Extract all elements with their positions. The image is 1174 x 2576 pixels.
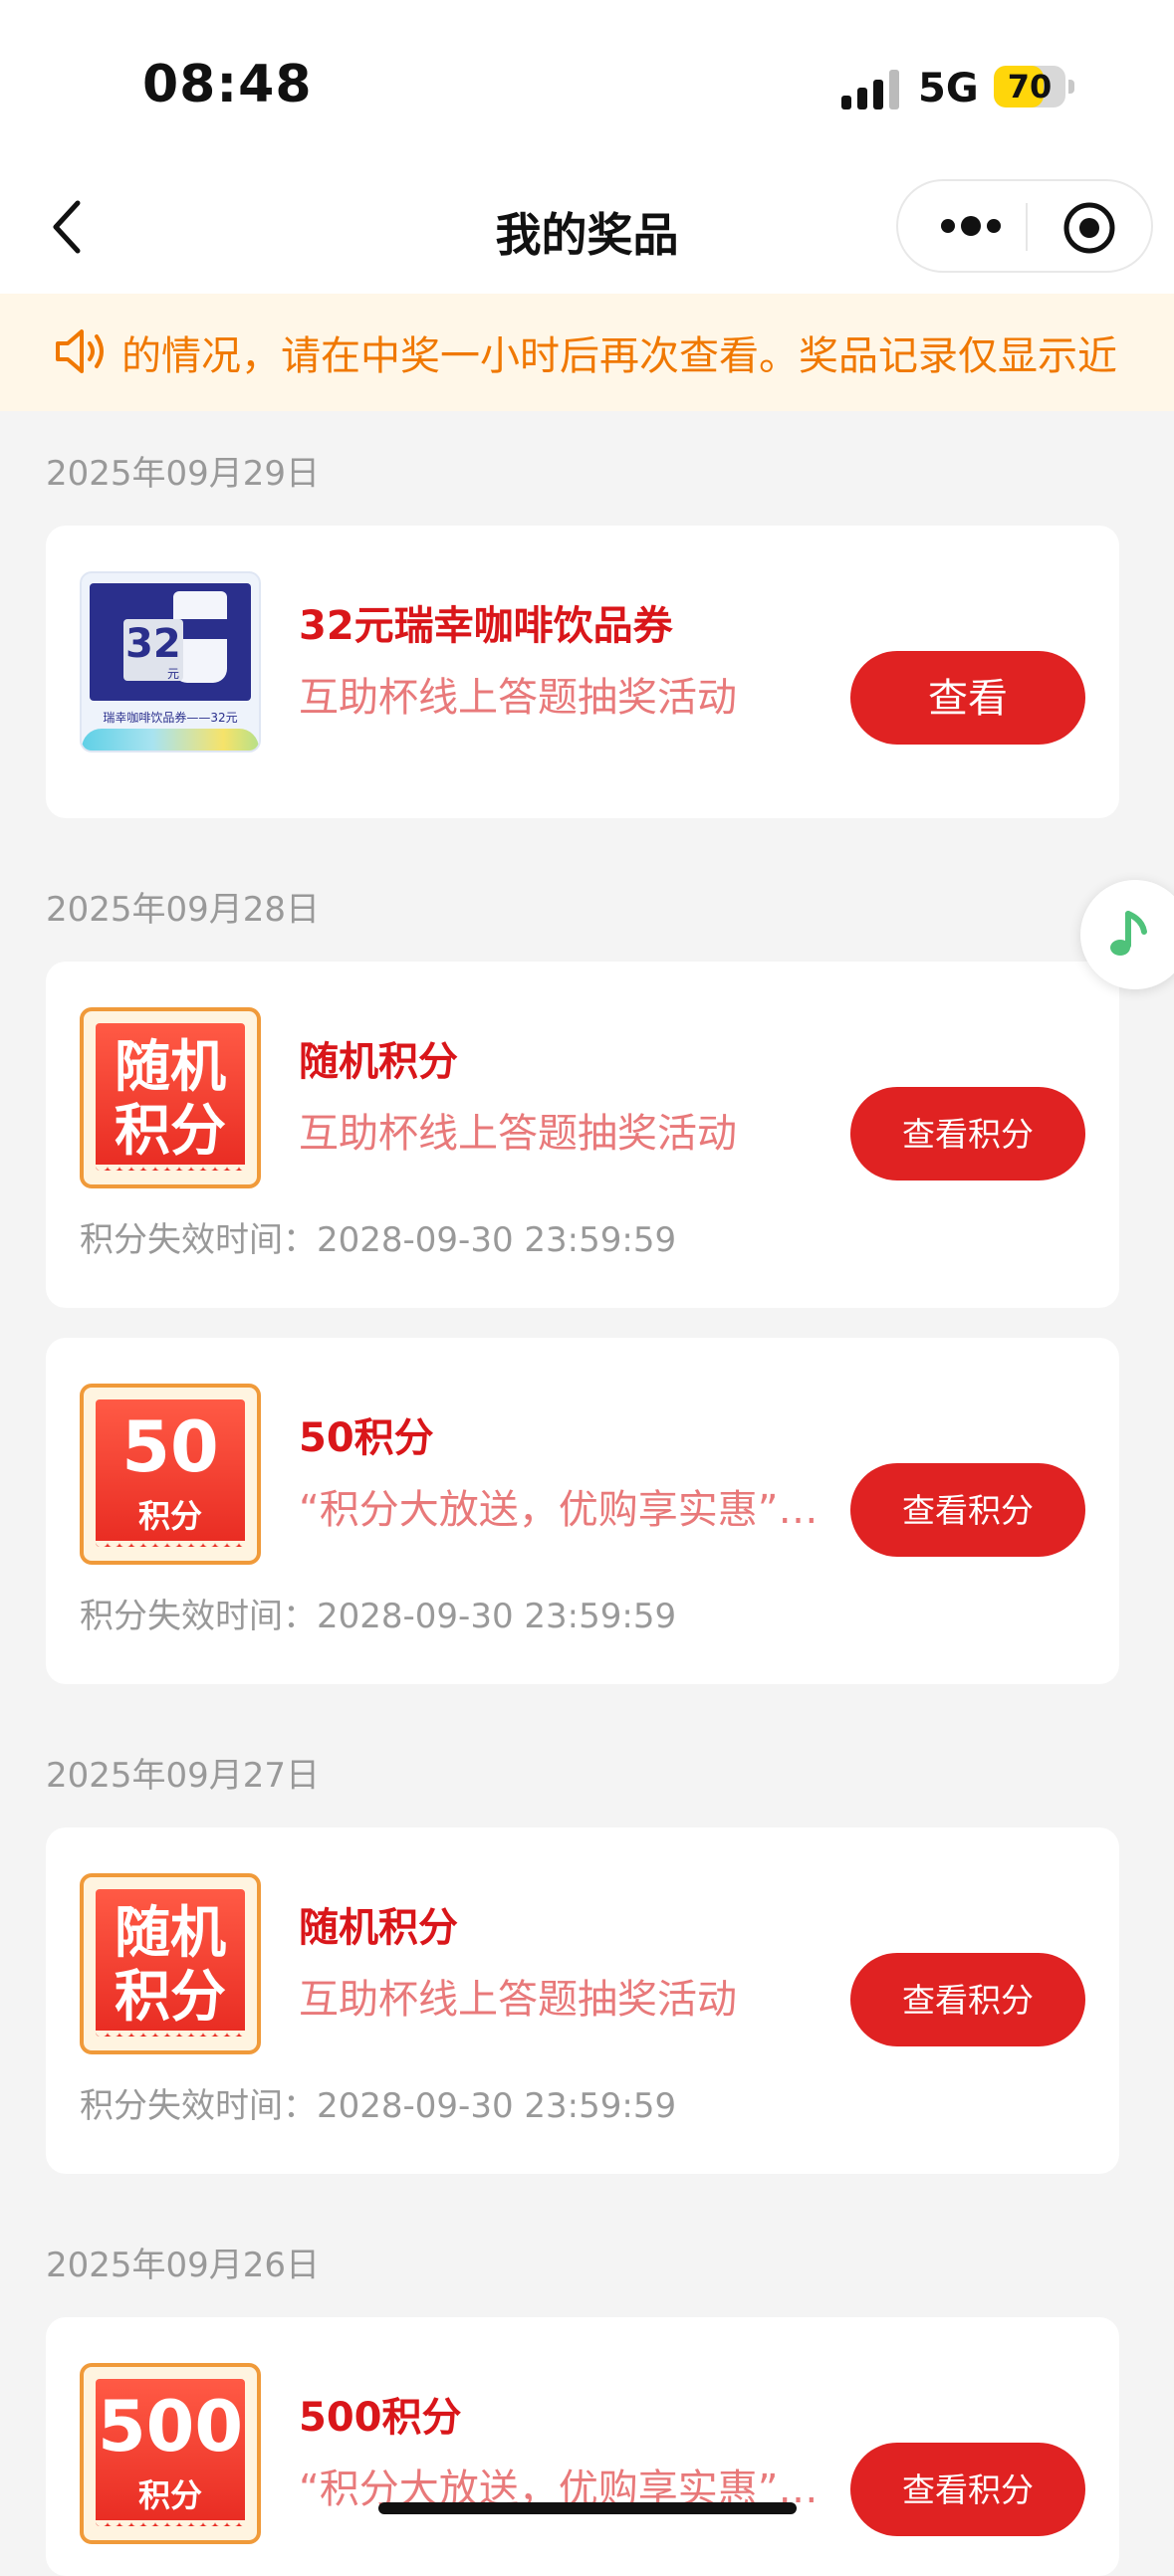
home-indicator bbox=[378, 2502, 797, 2514]
battery-icon: 70 bbox=[994, 66, 1065, 107]
points-badge-edge bbox=[96, 1165, 245, 1175]
status-time: 08:48 bbox=[142, 55, 313, 114]
prize-name: 50积分 bbox=[299, 1415, 434, 1461]
badge-line1: 随机 bbox=[115, 1035, 226, 1100]
coupon-thumbnail: 32 元 瑞幸咖啡饮品券——32元 bbox=[80, 571, 261, 752]
expire-value: 2028-09-30 23:59:59 bbox=[317, 2086, 677, 2126]
notice-text: 的情况，请在中奖一小时后再次查看。奖品记录仅显示近 bbox=[121, 333, 1117, 379]
prize-name: 随机积分 bbox=[299, 1905, 458, 1951]
prize-card: 随机 积分 随机积分 互助杯线上答题抽奖活动 查看积分 积分失效时间：2028-… bbox=[46, 1827, 1119, 2174]
badge-line2: 积分 bbox=[115, 1965, 226, 2030]
badge-line1: 随机 bbox=[115, 1901, 226, 1966]
battery-cap bbox=[1068, 80, 1074, 94]
mini-program-capsule bbox=[896, 179, 1153, 273]
expire-label: 积分失效时间： bbox=[80, 1597, 317, 1636]
points-badge-edge bbox=[96, 1541, 245, 1551]
more-button[interactable] bbox=[938, 211, 1008, 241]
coupon-wave bbox=[82, 729, 259, 751]
signal-icon bbox=[841, 70, 903, 109]
expire-time: 积分失效时间：2028-09-30 23:59:59 bbox=[80, 1589, 676, 1637]
date-label: 2025年09月27日 bbox=[46, 1756, 321, 1796]
points-number: 500 bbox=[97, 2386, 244, 2468]
more-dots-icon bbox=[941, 216, 1001, 236]
target-circle-icon bbox=[1063, 202, 1115, 254]
network-type: 5G bbox=[918, 66, 979, 111]
points-unit: 积分 bbox=[137, 1497, 202, 1535]
points-unit: 积分 bbox=[137, 2476, 202, 2514]
prize-name: 32元瑞幸咖啡饮品券 bbox=[299, 603, 673, 649]
prize-card: 500 积分 500积分 “积分大放送，优购享实惠”活动 查看积分 bbox=[46, 2317, 1119, 2576]
badge-line2: 积分 bbox=[115, 1099, 226, 1164]
points-thumbnail: 500 积分 bbox=[80, 2363, 261, 2544]
prize-name: 随机积分 bbox=[299, 1039, 458, 1085]
prize-source: 互助杯线上答题抽奖活动 bbox=[299, 675, 737, 721]
expire-time: 积分失效时间：2028-09-30 23:59:59 bbox=[80, 2078, 676, 2127]
speaker-icon bbox=[56, 329, 104, 373]
date-label: 2025年09月26日 bbox=[46, 2246, 321, 2285]
prize-card: 随机 积分 随机积分 互助杯线上答题抽奖活动 查看积分 积分失效时间：2028-… bbox=[46, 962, 1119, 1308]
view-points-button[interactable]: 查看积分 bbox=[850, 1087, 1085, 1181]
nav-bar: 我的奖品 bbox=[0, 169, 1174, 294]
expire-label: 积分失效时间： bbox=[80, 2086, 317, 2126]
prize-source: 互助杯线上答题抽奖活动 bbox=[299, 1977, 737, 2023]
close-mini-program-button[interactable] bbox=[1062, 201, 1116, 255]
random-points-thumbnail: 随机 积分 bbox=[80, 1873, 261, 2054]
coupon-amount: 32 bbox=[125, 621, 181, 667]
expire-time: 积分失效时间：2028-09-30 23:59:59 bbox=[80, 1212, 676, 1261]
date-label: 2025年09月28日 bbox=[46, 890, 321, 930]
view-button[interactable]: 查看 bbox=[850, 651, 1085, 745]
expire-value: 2028-09-30 23:59:59 bbox=[317, 1597, 677, 1636]
expire-value: 2028-09-30 23:59:59 bbox=[317, 1220, 677, 1260]
coupon-caption: 瑞幸咖啡饮品券——32元 bbox=[103, 711, 238, 725]
prize-card: 50 积分 50积分 “积分大放送，优购享实惠”活动 查看积分 积分失效时间：2… bbox=[46, 1338, 1119, 1684]
date-label: 2025年09月29日 bbox=[46, 454, 321, 494]
prize-card: 32 元 瑞幸咖啡饮品券——32元 32元瑞幸咖啡饮品券 互助杯线上答题抽奖活动… bbox=[46, 526, 1119, 818]
view-points-button[interactable]: 查看积分 bbox=[850, 2443, 1085, 2536]
coupon-unit: 元 bbox=[167, 667, 180, 681]
capsule-divider bbox=[1026, 203, 1028, 251]
points-thumbnail: 50 积分 bbox=[80, 1384, 261, 1565]
points-badge-edge bbox=[96, 2520, 245, 2530]
notice-bar: 的情况，请在中奖一小时后再次查看。奖品记录仅显示近 bbox=[0, 294, 1174, 411]
expire-label: 积分失效时间： bbox=[80, 1220, 317, 1260]
battery-level: 70 bbox=[1007, 68, 1053, 106]
prize-source: 互助杯线上答题抽奖活动 bbox=[299, 1111, 737, 1157]
points-number: 50 bbox=[121, 1406, 219, 1488]
prize-source: “积分大放送，优购享实惠”活动 bbox=[299, 1487, 844, 1533]
view-points-button[interactable]: 查看积分 bbox=[850, 1463, 1085, 1557]
music-note-icon bbox=[1110, 911, 1147, 956]
status-bar: 08:48 5G 70 bbox=[0, 0, 1174, 169]
random-points-thumbnail: 随机 积分 bbox=[80, 1007, 261, 1188]
points-badge-edge bbox=[96, 2031, 245, 2040]
prize-name: 500积分 bbox=[299, 2395, 462, 2441]
view-points-button[interactable]: 查看积分 bbox=[850, 1953, 1085, 2046]
